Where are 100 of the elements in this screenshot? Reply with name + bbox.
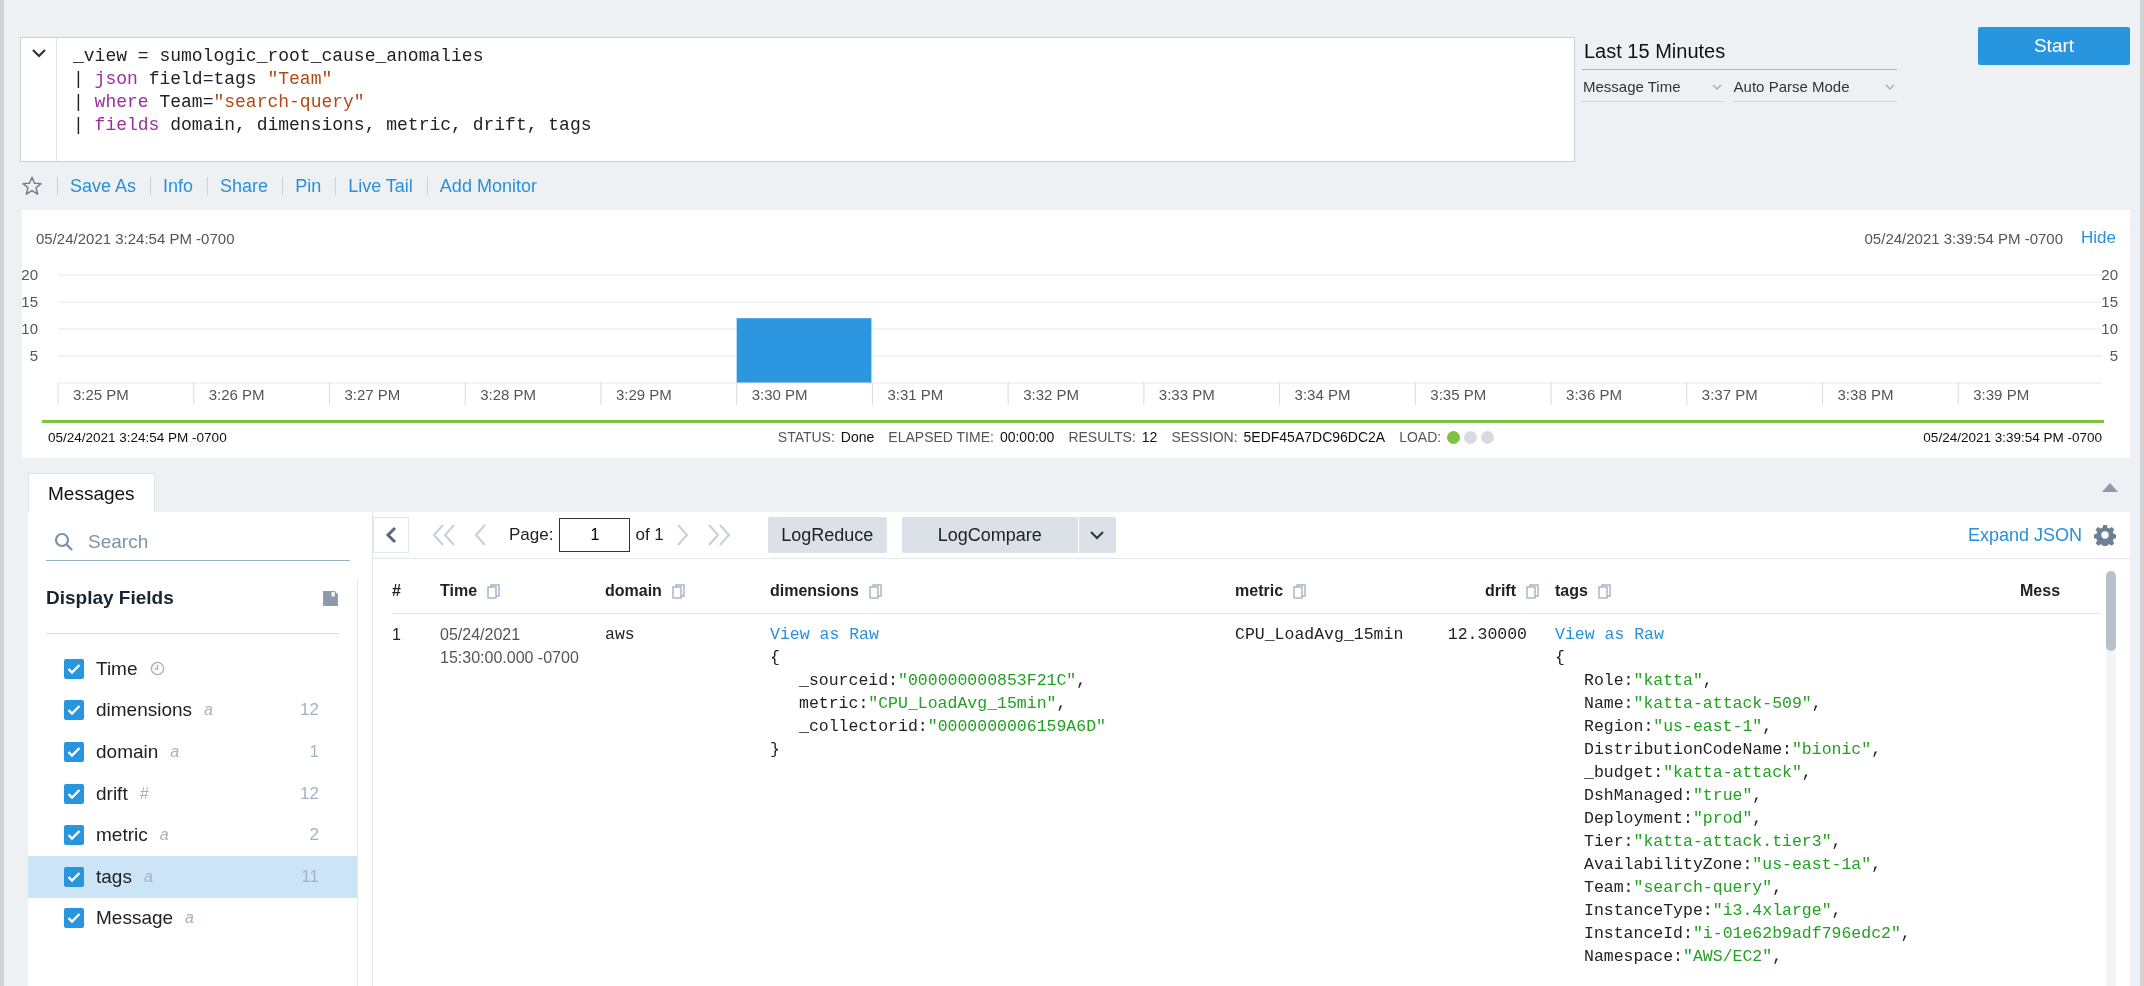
- table-cell-text: CPU_LoadAvg_15min: [1235, 624, 1405, 646]
- json-brace: }: [770, 739, 780, 761]
- field-name: drift: [96, 782, 128, 805]
- range-start: 05/24/2021 3:24:54 PM -0700: [48, 429, 227, 445]
- column-title: metric: [1235, 582, 1284, 600]
- copy-icon[interactable]: [868, 583, 882, 599]
- x-tick-label: 3:39 PM: [1973, 386, 2030, 403]
- status-value: 5EDF45A7DC96DC2A: [1243, 429, 1386, 445]
- y-tick-label: 5: [2109, 347, 2118, 364]
- json-line: Namespace:"AWS/EC2",: [1584, 946, 1783, 968]
- x-tick-label: 3:37 PM: [1701, 386, 1758, 403]
- checkbox[interactable]: [64, 658, 84, 679]
- column-header[interactable]: #: [392, 569, 440, 613]
- json-brace: {: [1555, 647, 1565, 669]
- y-tick-label: 10: [2101, 320, 2118, 337]
- status-label: SESSION:: [1171, 429, 1238, 445]
- x-tick-label: 3:31 PM: [887, 386, 944, 403]
- histogram-bar[interactable]: [736, 318, 872, 383]
- field-name: domain: [96, 741, 159, 763]
- page-label: Page:: [509, 525, 554, 545]
- checkbox[interactable]: [64, 783, 84, 804]
- checkbox[interactable]: [64, 700, 84, 721]
- column-title: #: [392, 582, 401, 600]
- checkbox[interactable]: [64, 742, 84, 762]
- field-row[interactable]: Time: [28, 648, 357, 690]
- copy-icon[interactable]: [487, 583, 501, 599]
- y-tick-label: 20: [2101, 266, 2118, 283]
- end-time: 05/24/2021 3:39:54 PM -0700: [1864, 229, 2064, 247]
- json-line: Name:"katta-attack-509",: [1584, 693, 1822, 715]
- copy-icon[interactable]: [1526, 583, 1539, 599]
- column-title: tags: [1555, 582, 1588, 600]
- status-value: Done: [840, 429, 875, 445]
- status-label: STATUS:: [777, 429, 835, 445]
- json-brace: {: [770, 647, 780, 669]
- column-header[interactable]: Mess: [2020, 569, 2100, 613]
- start-time: 05/24/2021 3:24:54 PM -0700: [36, 229, 235, 247]
- column-header[interactable]: tags: [1555, 569, 2020, 613]
- view-as-raw-link[interactable]: View as Raw: [770, 623, 879, 646]
- save-icon[interactable]: [322, 589, 339, 607]
- field-name: metric: [96, 824, 148, 847]
- column-title: Time: [440, 582, 478, 600]
- query-line: | where Team="search-query": [73, 91, 366, 114]
- query-editor[interactable]: _view = sumologic_root_cause_anomalies | json field=tags "Team" | where Team="search-query" | fields domain, dimensions, metric, drift, tags: [20, 37, 1575, 162]
- y-tick-label: 20: [22, 266, 38, 283]
- json-line: Tier:"katta-attack.tier3",: [1584, 831, 1842, 853]
- column-header[interactable]: domain: [605, 569, 770, 613]
- field-row[interactable]: metric a 2: [28, 814, 357, 856]
- status-value: 12: [1141, 429, 1158, 445]
- expand-json-link[interactable]: Expand JSON: [1967, 524, 2082, 546]
- hide-link[interactable]: Hide: [2081, 228, 2116, 248]
- settings-icon[interactable]: [2094, 524, 2116, 546]
- section-title: Display Fields: [46, 587, 174, 609]
- scrollbar[interactable]: [2106, 571, 2116, 986]
- logcompare-button[interactable]: LogCompare: [901, 517, 1078, 553]
- field-name: Message: [96, 907, 174, 930]
- status-label: LOAD:: [1399, 429, 1442, 445]
- column-header[interactable]: Time: [440, 569, 605, 613]
- row-number: 1: [392, 625, 402, 645]
- dropdown-caret-button[interactable]: [1078, 517, 1116, 553]
- search-icon: [54, 532, 74, 552]
- json-line: InstanceType:"i3.4xlarge",: [1584, 900, 1842, 922]
- collapse-icon[interactable]: [2102, 482, 2118, 492]
- dropdown[interactable]: Message Time: [1582, 74, 1724, 102]
- field-name: Time: [96, 657, 138, 680]
- json-line: _sourceid:"000000000853F21C",: [799, 670, 1087, 692]
- copy-icon[interactable]: [1597, 583, 1611, 599]
- star-icon[interactable]: [21, 175, 43, 197]
- caret-icon[interactable]: [1090, 530, 1105, 540]
- x-tick-label: 3:25 PM: [73, 386, 129, 403]
- column-header[interactable]: dimensions: [770, 569, 1235, 613]
- logreduce-button[interactable]: LogReduce: [767, 517, 887, 553]
- column-header[interactable]: drift: [1425, 569, 1555, 613]
- column-header[interactable]: metric: [1235, 569, 1425, 613]
- table-cell-text: aws: [605, 624, 636, 646]
- x-tick-label: 3:35 PM: [1430, 386, 1487, 403]
- field-row[interactable]: domain a 1: [28, 731, 357, 773]
- chevron-down-icon[interactable]: [30, 48, 47, 58]
- messages-tab[interactable]: Messages: [28, 473, 155, 512]
- json-line: metric:"CPU_LoadAvg_15min",: [799, 693, 1067, 715]
- query-line: _view = sumologic_root_cause_anomalies: [73, 45, 485, 68]
- field-row[interactable]: dimensions a 12: [28, 689, 357, 732]
- range-end: 05/24/2021 3:39:54 PM -0700: [1923, 429, 2102, 445]
- field-row[interactable]: Message a: [28, 897, 357, 940]
- checkbox[interactable]: [64, 825, 84, 846]
- collapse-panel-button[interactable]: [373, 517, 409, 553]
- chevron-left-icon[interactable]: [385, 526, 397, 544]
- column-title: Mess: [2020, 582, 2061, 600]
- copy-icon[interactable]: [1293, 583, 1307, 599]
- page-input[interactable]: 1: [559, 518, 631, 552]
- view-as-raw-link[interactable]: View as Raw: [1555, 623, 1664, 646]
- json-line: Region:"us-east-1",: [1584, 716, 1773, 738]
- dropdown[interactable]: Auto Parse Mode: [1732, 74, 1897, 102]
- table-cell-text: 12.30000: [1446, 624, 1528, 646]
- copy-icon[interactable]: [671, 583, 685, 599]
- checkbox[interactable]: [64, 866, 84, 887]
- time-range-field[interactable]: Last 15 Minutes: [1582, 37, 1897, 70]
- checkbox[interactable]: [64, 908, 84, 929]
- y-tick-label: 15: [2101, 293, 2118, 310]
- y-tick-label: 5: [29, 347, 38, 364]
- field-row[interactable]: drift # 12: [28, 772, 357, 815]
